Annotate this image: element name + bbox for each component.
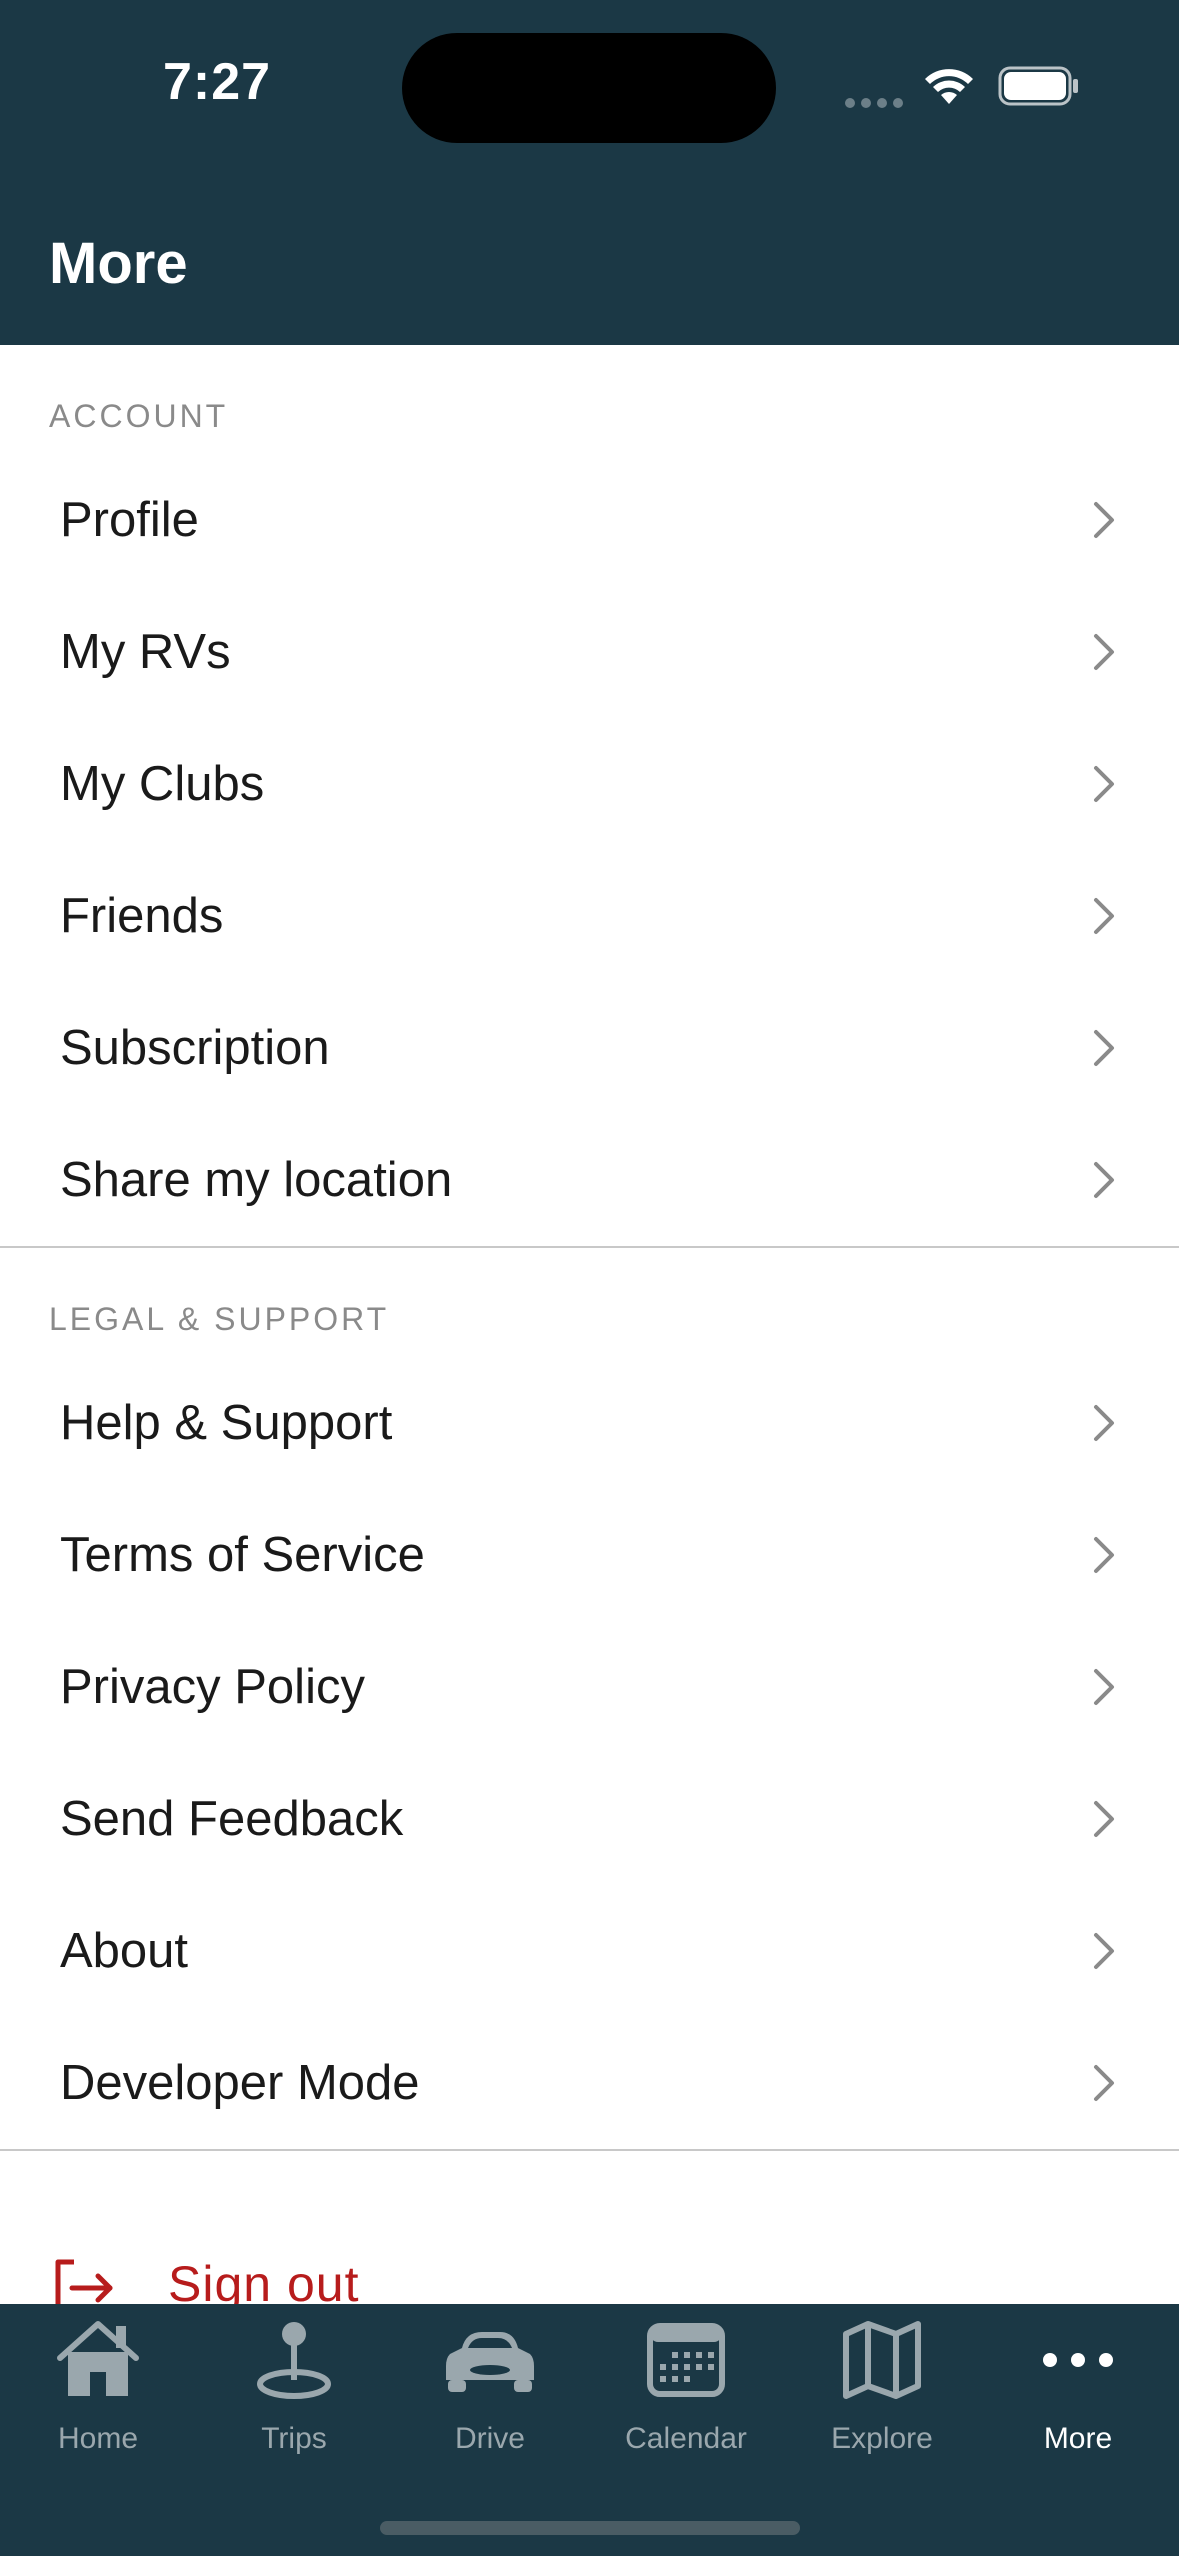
menu-item-my-rvs[interactable]: My RVs [0, 586, 1179, 718]
tab-label: Home [57, 2422, 139, 2455]
chevron-right-icon [1094, 1405, 1114, 1441]
wifi-icon [925, 69, 973, 104]
menu-item-label: My Clubs [60, 757, 265, 811]
menu-item-label: Terms of Service [60, 1528, 425, 1582]
tab-label: Explore [831, 2422, 933, 2455]
more-icon [1043, 2353, 1113, 2367]
cellular-signal-icon [845, 95, 909, 113]
menu-item-label: Subscription [60, 1021, 330, 1075]
home-indicator [380, 2521, 800, 2535]
tab-bar: Home Trips Drive Calendar Explore More [0, 2304, 1179, 2556]
chevron-right-icon [1094, 1801, 1114, 1837]
app-bar: More [0, 190, 1179, 345]
menu-item-label: Send Feedback [60, 1792, 404, 1846]
section-header-legal: LEGAL & SUPPORT [49, 1301, 390, 1337]
menu-item-share-location[interactable]: Share my location [0, 1114, 1179, 1246]
chevron-right-icon [1094, 634, 1114, 670]
chevron-right-icon [1094, 1933, 1114, 1969]
tab-trips[interactable]: Trips [196, 2304, 392, 2464]
menu-item-profile[interactable]: Profile [0, 454, 1179, 586]
chevron-right-icon [1094, 766, 1114, 802]
chevron-right-icon [1094, 2065, 1114, 2101]
battery-icon [998, 66, 1078, 106]
menu-item-my-clubs[interactable]: My Clubs [0, 718, 1179, 850]
status-time: 7:27 [163, 53, 272, 111]
menu-item-help-support[interactable]: Help & Support [0, 1357, 1179, 1489]
menu-item-label: Share my location [60, 1153, 453, 1207]
chevron-right-icon [1094, 1030, 1114, 1066]
section-divider [0, 2149, 1179, 2151]
map-icon [843, 2321, 921, 2399]
menu-item-label: Profile [60, 493, 199, 547]
menu-item-subscription[interactable]: Subscription [0, 982, 1179, 1114]
menu-item-label: About [60, 1924, 189, 1978]
menu-item-about[interactable]: About [0, 1885, 1179, 2017]
tab-home[interactable]: Home [0, 2304, 196, 2464]
menu-item-developer-mode[interactable]: Developer Mode [0, 2017, 1179, 2149]
section-header-account: ACCOUNT [49, 398, 229, 434]
menu-item-label: Privacy Policy [60, 1660, 365, 1714]
chevron-right-icon [1094, 502, 1114, 538]
chevron-right-icon [1094, 1162, 1114, 1198]
tab-label: Calendar [625, 2422, 747, 2455]
status-bar: 7:27 [0, 0, 1179, 190]
tab-label: Trips [261, 2422, 327, 2455]
car-icon [446, 2332, 534, 2392]
section-divider [0, 1246, 1179, 1248]
tab-label: Drive [454, 2422, 525, 2455]
page-title: More [49, 231, 188, 296]
menu-item-label: Developer Mode [60, 2056, 420, 2110]
menu-item-label: My RVs [60, 625, 231, 679]
chevron-right-icon [1094, 1669, 1114, 1705]
menu-item-privacy[interactable]: Privacy Policy [0, 1621, 1179, 1753]
tab-drive[interactable]: Drive [392, 2304, 588, 2464]
tab-explore[interactable]: Explore [784, 2304, 980, 2464]
menu-item-label: Friends [60, 889, 224, 943]
home-icon [57, 2321, 139, 2396]
calendar-icon [647, 2323, 725, 2397]
menu-item-label: Help & Support [60, 1396, 393, 1450]
chevron-right-icon [1094, 1537, 1114, 1573]
menu-item-friends[interactable]: Friends [0, 850, 1179, 982]
chevron-right-icon [1094, 898, 1114, 934]
menu-item-terms[interactable]: Terms of Service [0, 1489, 1179, 1621]
tab-more[interactable]: More [980, 2304, 1176, 2464]
pin-icon [257, 2322, 331, 2399]
tab-label: More [1043, 2422, 1113, 2455]
menu-item-send-feedback[interactable]: Send Feedback [0, 1753, 1179, 1885]
tab-calendar[interactable]: Calendar [588, 2304, 784, 2464]
dynamic-island [402, 33, 776, 143]
